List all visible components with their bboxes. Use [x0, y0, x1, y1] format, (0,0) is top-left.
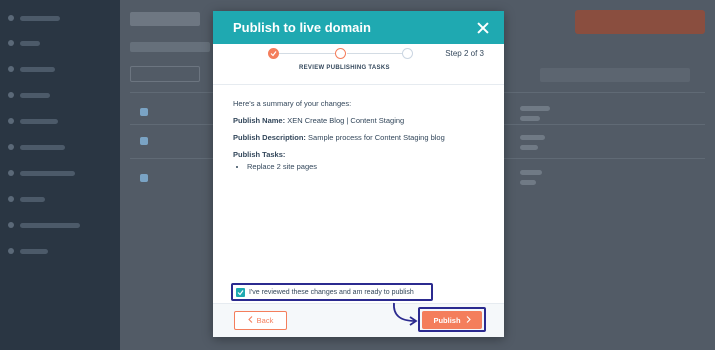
sidebar-item	[8, 141, 108, 153]
modal-footer: Back Publish	[213, 303, 504, 337]
row-checkbox	[140, 108, 148, 116]
publish-button-label: Publish	[433, 315, 461, 325]
row-checkbox	[140, 174, 148, 182]
sidebar-item	[8, 193, 108, 205]
publish-description-label: Publish Description:	[233, 133, 306, 142]
stepper: REVIEW PUBLISHING TASKS Step 2 of 3	[213, 44, 504, 84]
sidebar-item	[8, 167, 108, 179]
table-cell	[520, 145, 538, 150]
publish-name-row: Publish Name: XEN Create Blog | Content …	[233, 116, 484, 126]
task-item: Replace 2 site pages	[247, 162, 484, 172]
step-label: REVIEW PUBLISHING TASKS	[299, 65, 390, 71]
sidebar-item	[8, 89, 108, 101]
step-counter: Step 2 of 3	[445, 49, 484, 58]
chevron-left-icon	[247, 316, 253, 325]
table-cell	[520, 170, 542, 175]
sidebar-item	[8, 12, 108, 24]
publish-tasks-label: Publish Tasks:	[233, 150, 484, 160]
sidebar-item	[8, 115, 108, 127]
page-title-placeholder	[130, 12, 200, 26]
pointer-arrow-icon	[393, 302, 418, 326]
publish-name-value: XEN Create Blog | Content Staging	[287, 116, 405, 125]
confirm-checkbox-row[interactable]: I've reviewed these changes and am ready…	[231, 283, 433, 301]
step-current-icon	[335, 48, 346, 59]
step-connector	[347, 53, 407, 54]
tabs-placeholder	[130, 42, 210, 52]
checkbox-checked-icon[interactable]	[236, 287, 245, 297]
chevron-right-icon	[466, 315, 471, 325]
table-cell	[520, 116, 540, 121]
publish-name-label: Publish Name:	[233, 116, 286, 125]
close-icon[interactable]	[476, 21, 490, 35]
publish-button[interactable]: Publish	[422, 311, 482, 329]
task-list: Replace 2 site pages	[247, 162, 484, 172]
sidebar-item	[8, 37, 108, 49]
sidebar-item	[8, 219, 108, 231]
primary-action-placeholder	[575, 10, 705, 34]
publish-description-row: Publish Description: Sample process for …	[233, 133, 484, 143]
filter-placeholder	[130, 66, 200, 82]
modal-header: Publish to live domain	[213, 11, 504, 44]
step-complete-icon	[268, 48, 279, 59]
row-checkbox	[140, 137, 148, 145]
table-cell	[520, 180, 536, 185]
summary: Here's a summary of your changes: Publis…	[213, 85, 504, 172]
publish-modal: Publish to live domain REVIEW PUBLISHING…	[213, 11, 504, 337]
step-pending-icon	[402, 48, 413, 59]
table-cell	[520, 135, 545, 140]
table-cell	[520, 106, 550, 111]
sidebar	[0, 0, 120, 350]
publish-description-value: Sample process for Content Staging blog	[308, 133, 445, 142]
back-button-label: Back	[256, 316, 274, 325]
sidebar-item	[8, 245, 108, 257]
summary-intro: Here's a summary of your changes:	[233, 99, 352, 108]
sidebar-item	[8, 63, 108, 75]
step-connector	[279, 53, 339, 54]
modal-title: Publish to live domain	[233, 20, 371, 35]
confirm-label[interactable]: I've reviewed these changes and am ready…	[249, 289, 414, 296]
search-placeholder	[540, 68, 690, 82]
publish-tasks-heading: Publish Tasks:	[233, 150, 286, 159]
back-button[interactable]: Back	[234, 311, 287, 330]
